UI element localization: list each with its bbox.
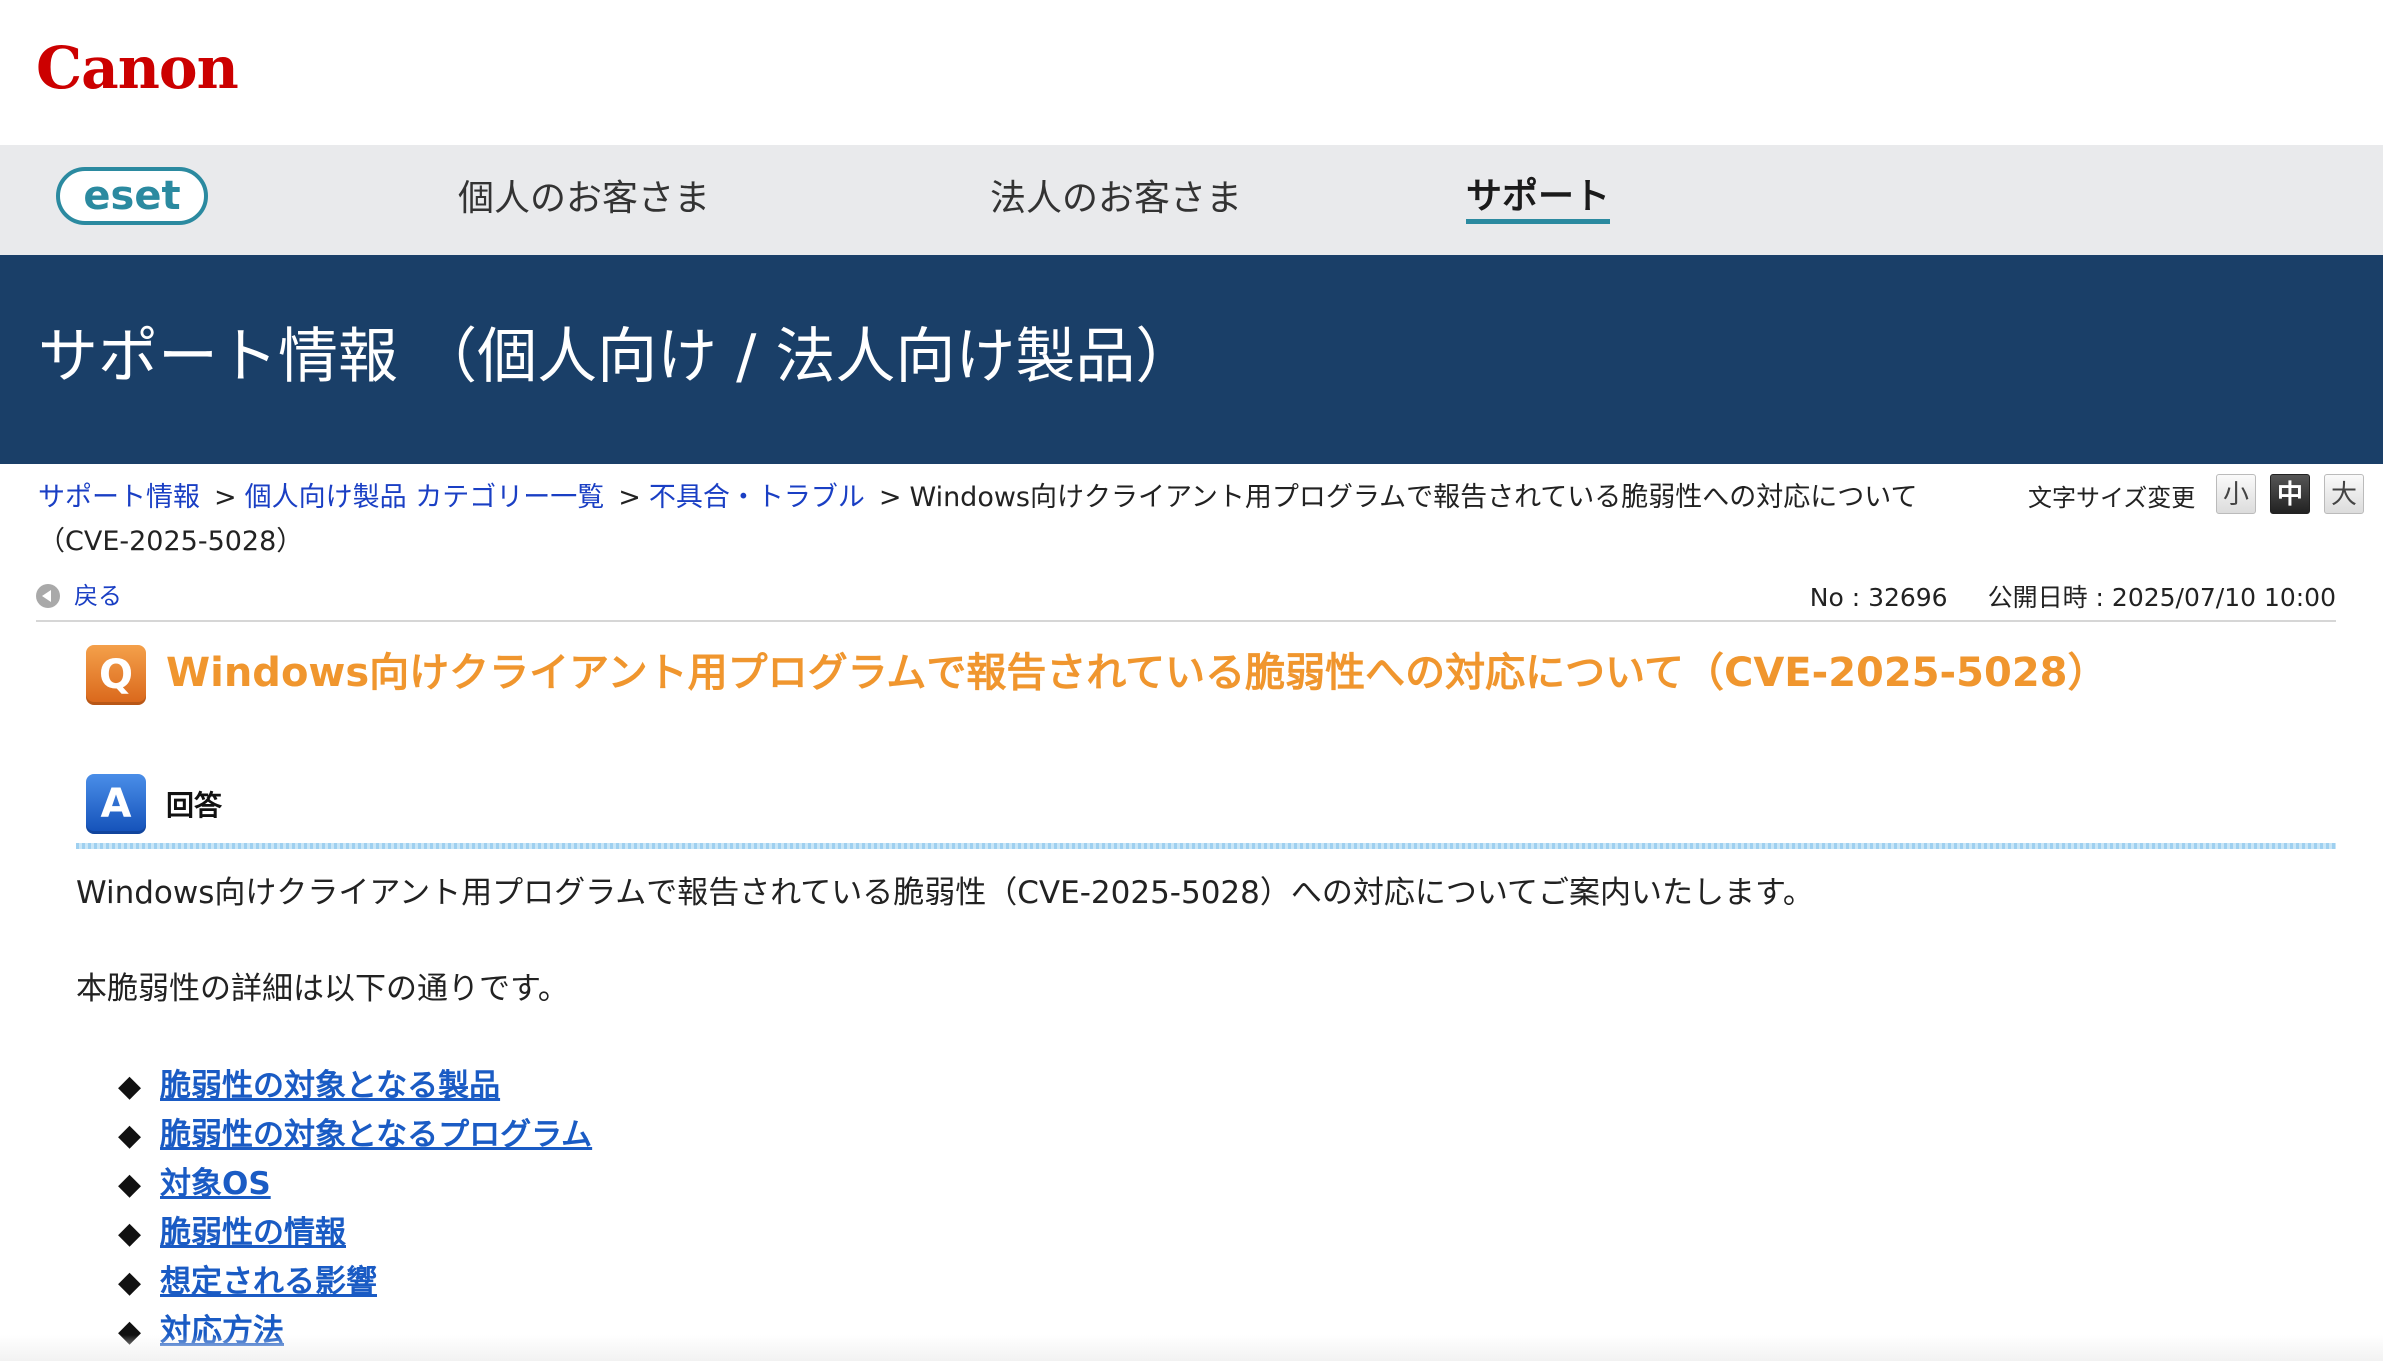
eset-nav-bar: eset 個人のお客さま 法人のお客さま サポート xyxy=(0,145,2383,255)
anchor-link-target-programs[interactable]: 脆弱性の対象となるプログラム xyxy=(160,1117,592,1153)
font-size-label: 文字サイズ変更 xyxy=(2028,484,2196,512)
diamond-bullet-icon: ◆ xyxy=(118,1167,142,1202)
back-link[interactable]: 戻る xyxy=(74,582,122,610)
diamond-bullet-icon: ◆ xyxy=(118,1265,142,1300)
eset-logo-text: eset xyxy=(83,173,180,219)
question-title: Windows向けクライアント用プログラムで報告されている脆弱性への対応について… xyxy=(166,650,2108,696)
anchor-link-expected-impact[interactable]: 想定される影響 xyxy=(160,1264,377,1300)
breadcrumb-link-trouble[interactable]: 不具合・トラブル xyxy=(649,482,865,513)
list-item: ◆ 対象OS xyxy=(118,1160,592,1209)
nav-item-support[interactable]: サポート xyxy=(1466,175,1611,224)
answer-label: 回答 xyxy=(166,789,223,822)
answer-icon: A xyxy=(86,774,146,834)
breadcrumb-separator: > xyxy=(214,482,237,513)
breadcrumb-separator: > xyxy=(878,482,902,513)
diamond-bullet-icon: ◆ xyxy=(118,1069,142,1104)
answer-intro-text: Windows向けクライアント用プログラムで報告されている脆弱性（CVE-202… xyxy=(76,875,1814,911)
list-item: ◆ 想定される影響 xyxy=(118,1258,592,1307)
nav-item-business[interactable]: 法人のお客さま xyxy=(990,175,1242,223)
font-size-medium-button[interactable]: 中 xyxy=(2270,474,2310,514)
font-size-small-button[interactable]: 小 xyxy=(2216,474,2256,514)
nav-item-personal[interactable]: 個人のお客さま xyxy=(458,175,710,223)
page-bottom-edge xyxy=(0,1335,2383,1361)
answer-detail-text: 本脆弱性の詳細は以下の通りです。 xyxy=(76,971,569,1007)
page-title: サポート情報 （個人向け / 法人向け製品） xyxy=(38,322,1196,392)
font-size-large-button[interactable]: 大 xyxy=(2324,474,2364,514)
divider xyxy=(36,620,2336,622)
back-link-row[interactable]: 戻る xyxy=(36,578,122,613)
breadcrumb-separator: > xyxy=(618,482,641,513)
anchor-link-list: ◆ 脆弱性の対象となる製品 ◆ 脆弱性の対象となるプログラム ◆ 対象OS ◆ 脆弱性の… xyxy=(118,1062,592,1356)
canon-header: Canon xyxy=(0,0,2383,145)
breadcrumb-link-support-info[interactable]: サポート情報 xyxy=(38,482,200,513)
diamond-bullet-icon: ◆ xyxy=(118,1118,142,1153)
anchor-link-target-products[interactable]: 脆弱性の対象となる製品 xyxy=(160,1068,500,1104)
eset-logo[interactable]: eset xyxy=(56,167,208,225)
back-arrow-icon[interactable] xyxy=(36,584,60,608)
article-number: No : 32696 xyxy=(1809,583,1948,612)
list-item: ◆ 脆弱性の情報 xyxy=(118,1209,592,1258)
anchor-link-target-os[interactable]: 対象OS xyxy=(160,1166,271,1202)
diamond-bullet-icon: ◆ xyxy=(118,1216,142,1251)
breadcrumb-link-category-list[interactable]: 個人向け製品 カテゴリー一覧 xyxy=(245,482,605,513)
breadcrumb: サポート情報 > 個人向け製品 カテゴリー一覧 > 不具合・トラブル > Windows向け… xyxy=(38,476,1998,564)
article-meta: No : 32696 公開日時 : 2025/07/10 10:00 xyxy=(1810,580,2336,616)
published-date: 公開日時 : 2025/07/10 10:00 xyxy=(1987,583,2336,612)
answer-divider xyxy=(76,843,2336,849)
question-icon: Q xyxy=(86,645,146,705)
page-banner: サポート情報 （個人向け / 法人向け製品） xyxy=(0,255,2383,464)
list-item: ◆ 脆弱性の対象となるプログラム xyxy=(118,1111,592,1160)
anchor-link-vulnerability-info[interactable]: 脆弱性の情報 xyxy=(160,1215,346,1251)
list-item: ◆ 脆弱性の対象となる製品 xyxy=(118,1062,592,1111)
canon-logo[interactable]: Canon xyxy=(36,32,239,104)
